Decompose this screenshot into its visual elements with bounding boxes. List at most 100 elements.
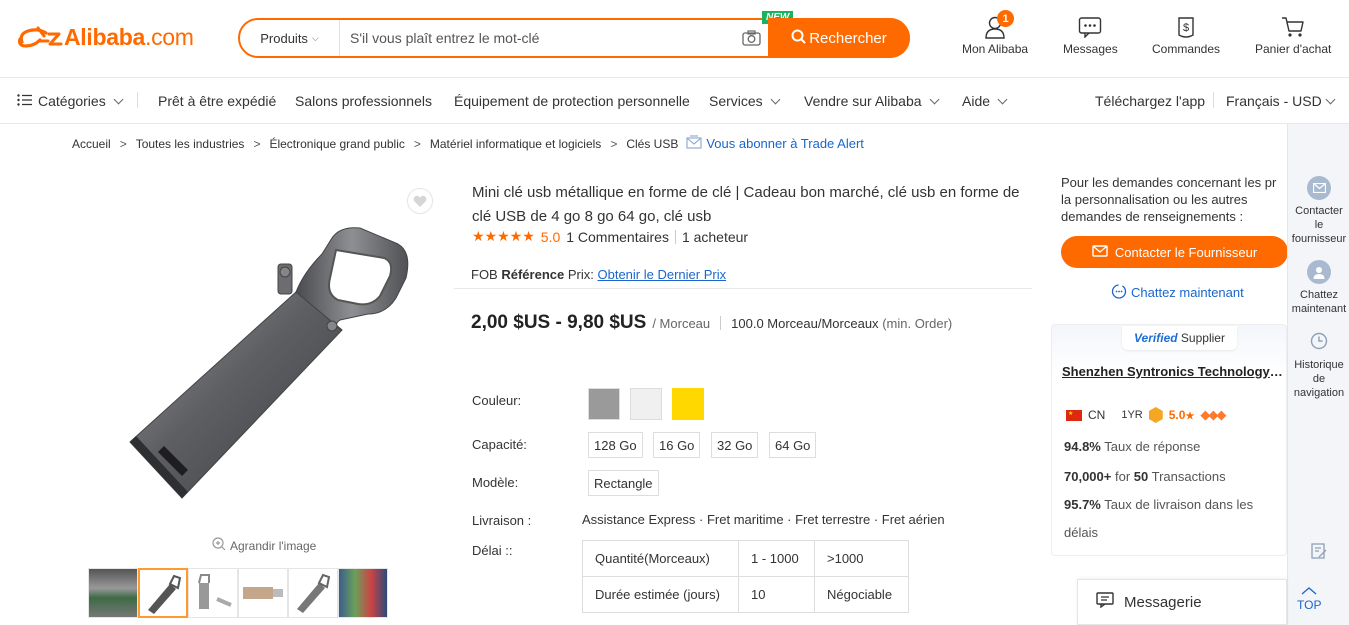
cart-link[interactable]: Panier d'achat xyxy=(1255,12,1331,56)
back-to-top-button[interactable]: TOP xyxy=(1297,584,1321,612)
mail-icon xyxy=(686,135,702,152)
chat-now-label: Chattez maintenant xyxy=(1131,285,1244,300)
divider xyxy=(720,316,722,330)
alibaba-logo[interactable]: Alibaba.com xyxy=(16,22,194,52)
top-label: TOP xyxy=(1297,598,1322,612)
fob-price-row: FOB Référence Prix: Obtenir le Dernier P… xyxy=(471,267,726,282)
model-label: Modèle: xyxy=(472,475,519,490)
chevron-up-icon xyxy=(1301,584,1317,598)
chevron-down-icon xyxy=(929,94,939,104)
response-rate-value: 94.8% xyxy=(1064,439,1101,454)
camera-icon[interactable] xyxy=(736,30,766,46)
color-swatch-yellow[interactable] xyxy=(672,388,704,420)
messages-link[interactable]: Messages xyxy=(1063,12,1118,56)
sidebar-label: Contacter xyxy=(1295,205,1343,217)
clock-icon xyxy=(1310,332,1328,354)
chevron-down-icon xyxy=(113,94,124,104)
messagerie-bar[interactable]: Messagerie xyxy=(1077,579,1287,625)
breadcrumb-item[interactable]: Électronique grand public xyxy=(269,137,404,151)
chat-bubble-icon xyxy=(1111,283,1127,302)
orders-icon: $ xyxy=(1175,12,1197,42)
nav-item-sell[interactable]: Vendre sur Alibaba xyxy=(804,93,939,109)
search-category-label: Produits xyxy=(260,30,308,46)
breadcrumb-item[interactable]: Accueil xyxy=(72,137,111,151)
favorite-heart-icon[interactable] xyxy=(407,188,433,214)
sidebar-chat-now[interactable]: Chattez maintenant xyxy=(1288,260,1349,316)
fob-reference: Référence xyxy=(501,267,565,282)
product-main-image[interactable] xyxy=(100,180,440,520)
nav-item-services[interactable]: Services xyxy=(709,93,781,109)
sidebar-feedback[interactable] xyxy=(1288,542,1349,564)
search-input[interactable] xyxy=(340,20,736,56)
enlarge-image-label: Agrandir l'image xyxy=(230,538,317,553)
color-swatch-gray[interactable] xyxy=(588,388,620,420)
sell-label: Vendre sur Alibaba xyxy=(804,93,922,109)
trade-alert-link[interactable]: Vous abonner à Trade Alert xyxy=(686,135,864,152)
supplier-name-link[interactable]: Shenzhen Syntronics Technology ... xyxy=(1062,364,1284,379)
color-swatch-silver[interactable] xyxy=(630,388,662,420)
cart-label: Panier d'achat xyxy=(1255,42,1332,56)
gold-medal-icon xyxy=(1148,407,1163,423)
sidebar-browsing-history[interactable]: Historique de navigation xyxy=(1288,332,1349,400)
chevron-down-icon xyxy=(1325,94,1336,104)
thumbnail[interactable] xyxy=(88,568,138,618)
table-cell: >1000 xyxy=(814,540,909,577)
my-alibaba-link[interactable]: 1 Mon Alibaba xyxy=(962,10,1029,56)
delivery-rate-label-2: délais xyxy=(1064,525,1098,540)
enlarge-image-link[interactable]: Agrandir l'image xyxy=(212,537,316,554)
get-latest-price-link[interactable]: Obtenir le Dernier Prix xyxy=(597,267,726,282)
chevron-down-icon xyxy=(770,94,781,104)
min-order: 100.0 Morceau/Morceaux (min. Order) xyxy=(731,316,952,331)
contact-supplier-button[interactable]: Contacter le Fournisseur xyxy=(1061,236,1288,268)
thumbnail[interactable] xyxy=(188,568,238,618)
lead-time-label: Délai :: xyxy=(472,543,513,558)
reviews-link[interactable]: 1 Commentaires xyxy=(566,229,669,245)
thumbnail[interactable] xyxy=(238,568,288,618)
capacity-option-32gb[interactable]: 32 Go xyxy=(711,432,759,458)
verified-word: Verified xyxy=(1134,331,1178,345)
nav-divider xyxy=(137,92,138,108)
breadcrumb-item[interactable]: Clés USB xyxy=(626,137,678,151)
help-label: Aide xyxy=(962,93,991,109)
thumbnail[interactable] xyxy=(338,568,388,618)
services-label: Services xyxy=(709,93,763,109)
inquiry-intro-line: demandes de renseignements : xyxy=(1061,209,1244,224)
rating-value: 5.0 xyxy=(540,228,561,245)
supplier-score-value: 5.0 xyxy=(1168,408,1186,422)
right-sidebar: Contacter le fournisseur Chattez mainten… xyxy=(1287,124,1349,625)
nav-item-ready-to-ship[interactable]: Prêt à être expédié xyxy=(158,93,276,109)
sidebar-label: navigation xyxy=(1293,387,1345,399)
envelope-icon xyxy=(1092,244,1108,260)
locale-selector[interactable]: Français - USD xyxy=(1226,93,1336,109)
breadcrumb-item[interactable]: Toutes les industries xyxy=(136,137,245,151)
user-icon xyxy=(1307,260,1331,284)
menu-list-icon xyxy=(17,93,33,109)
capacity-option-64gb[interactable]: 64 Go xyxy=(769,432,817,458)
verified-supplier-badge: Verified Supplier xyxy=(1122,326,1237,350)
sidebar-label: Chattez xyxy=(1300,289,1338,301)
table-cell: Durée estimée (jours) xyxy=(582,576,739,613)
model-option-rectangle[interactable]: Rectangle xyxy=(588,470,659,496)
thumbnail-active[interactable] xyxy=(138,568,188,618)
edit-note-icon xyxy=(1310,542,1328,564)
price-unit: / Morceau xyxy=(652,316,711,331)
nav-item-trade-shows[interactable]: Salons professionnels xyxy=(295,93,432,109)
product-title: Mini clé usb métallique en forme de clé … xyxy=(472,184,1020,225)
download-app-link[interactable]: Téléchargez l'app xyxy=(1095,93,1205,109)
capacity-label: Capacité: xyxy=(472,437,527,452)
thumbnail[interactable] xyxy=(288,568,338,618)
categories-menu[interactable]: Catégories xyxy=(17,93,124,109)
orders-link[interactable]: $ Commandes xyxy=(1152,12,1220,56)
sidebar-contact-supplier[interactable]: Contacter le fournisseur xyxy=(1288,176,1349,246)
my-alibaba-label: Mon Alibaba xyxy=(962,42,1029,56)
search-button[interactable]: Rechercher xyxy=(768,18,910,58)
chat-now-link[interactable]: Chattez maintenant xyxy=(1111,283,1244,302)
capacity-option-16gb[interactable]: 16 Go xyxy=(653,432,701,458)
categories-label: Catégories xyxy=(38,93,106,109)
capacity-option-128gb[interactable]: 128 Go xyxy=(588,432,643,458)
search-category-select[interactable]: Produits ⌵ xyxy=(240,20,340,56)
nav-item-ppe[interactable]: Équipement de protection personnelle xyxy=(454,93,690,109)
logo-main-text: Alibaba xyxy=(64,23,145,50)
breadcrumb-item[interactable]: Matériel informatique et logiciels xyxy=(430,137,601,151)
nav-item-help[interactable]: Aide xyxy=(962,93,1008,109)
